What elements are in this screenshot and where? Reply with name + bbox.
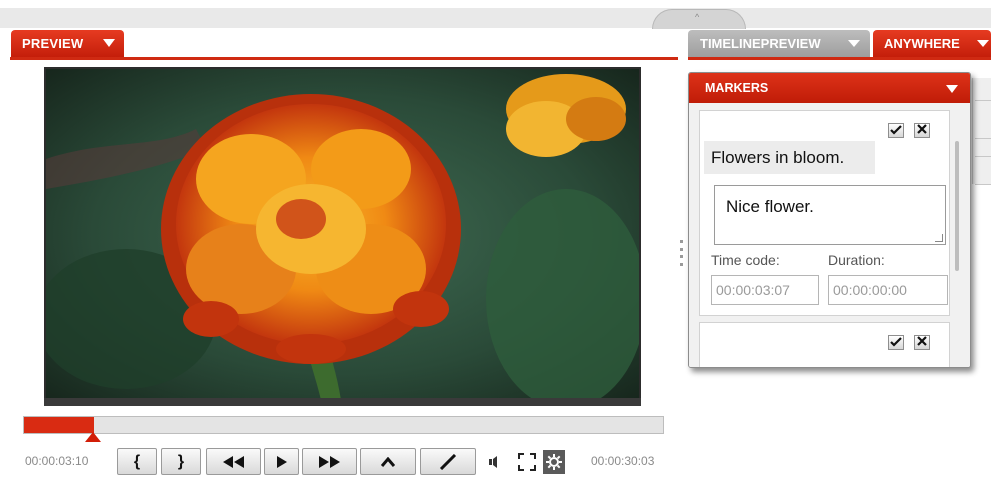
collapse-caret-icon: ^ xyxy=(695,12,700,22)
tab-timeline-preview[interactable]: TIMELINEPREVIEW xyxy=(688,30,870,57)
confirm-marker-button[interactable] xyxy=(888,335,904,350)
mark-out-label: } xyxy=(177,452,185,470)
splitter-dot xyxy=(680,240,683,243)
mark-out-button[interactable]: } xyxy=(161,448,201,475)
list-divider xyxy=(975,100,991,101)
list-divider xyxy=(975,184,991,185)
background-list-area xyxy=(972,78,991,184)
duration-label: Duration: xyxy=(828,252,885,268)
close-icon xyxy=(917,336,927,346)
confirm-marker-button[interactable] xyxy=(888,123,904,138)
flower-image xyxy=(46,69,639,400)
fast-forward-button[interactable] xyxy=(302,448,357,475)
tab-anywhere[interactable]: ANYWHERE xyxy=(873,30,991,57)
up-button[interactable] xyxy=(360,448,416,475)
collapse-handle[interactable]: ^ xyxy=(652,9,746,29)
check-icon xyxy=(890,125,902,135)
marker-comment-field[interactable]: Nice flower. xyxy=(714,185,946,245)
delete-marker-button[interactable] xyxy=(914,335,930,350)
resize-grip-icon[interactable] xyxy=(935,234,943,242)
list-divider xyxy=(975,156,991,157)
dropdown-arrow-icon[interactable] xyxy=(977,40,989,47)
total-time: 00:00:30:03 xyxy=(591,454,655,468)
time-code-label: Time code: xyxy=(711,252,780,268)
time-code-field[interactable]: 00:00:03:07 xyxy=(711,275,819,305)
video-bottom-bar xyxy=(44,398,641,406)
tab-anywhere-label: ANYWHERE xyxy=(884,36,960,51)
check-icon xyxy=(890,337,902,347)
pen-button[interactable] xyxy=(420,448,476,475)
video-preview[interactable] xyxy=(44,67,641,406)
markers-scrollbar[interactable] xyxy=(953,139,963,367)
speaker-icon xyxy=(489,456,497,468)
tab-preview-label: PREVIEW xyxy=(22,36,84,51)
duration-field[interactable]: 00:00:00:00 xyxy=(828,275,948,305)
volume-button[interactable] xyxy=(484,450,506,474)
delete-marker-button[interactable] xyxy=(914,123,930,138)
current-time: 00:00:03:10 xyxy=(25,454,89,468)
mark-in-label: { xyxy=(133,452,141,470)
marker-title[interactable]: Flowers in bloom. xyxy=(704,141,875,174)
gear-icon xyxy=(546,454,562,470)
marker-item: Flowers in bloom. Nice flower. Time code… xyxy=(699,110,950,316)
markers-panel: MARKERS Flowers in bloom. Nice flower. T… xyxy=(688,72,971,368)
panel-splitter[interactable] xyxy=(680,240,684,266)
list-divider xyxy=(975,138,991,139)
time-code-value: 00:00:03:07 xyxy=(716,282,790,298)
marker-item xyxy=(699,322,950,367)
splitter-dot xyxy=(680,247,683,251)
timeline-scrubber[interactable] xyxy=(23,416,664,434)
chevron-up-icon xyxy=(381,456,395,467)
fullscreen-button[interactable] xyxy=(516,450,538,474)
timeline-progress xyxy=(24,417,94,433)
mark-in-button[interactable]: { xyxy=(117,448,157,475)
marker-comment: Nice flower. xyxy=(726,197,814,216)
playhead-marker[interactable] xyxy=(85,432,101,442)
rewind-button[interactable] xyxy=(206,448,261,475)
pen-icon xyxy=(439,453,457,470)
splitter-dot xyxy=(680,255,683,259)
markers-header[interactable]: MARKERS xyxy=(689,73,970,103)
close-icon xyxy=(917,124,927,134)
fast-forward-icon xyxy=(318,455,340,468)
dropdown-arrow-icon[interactable] xyxy=(946,85,958,93)
markers-title: MARKERS xyxy=(705,81,769,95)
duration-value: 00:00:00:00 xyxy=(833,282,907,298)
app-root: ^ PREVIEW 00:00:03:10 {} 00:00:30:03 TI… xyxy=(0,0,991,489)
settings-button[interactable] xyxy=(543,450,565,474)
splitter-dot xyxy=(680,262,683,266)
dropdown-arrow-icon[interactable] xyxy=(848,40,860,47)
fullscreen-icon xyxy=(518,453,536,471)
markers-list[interactable]: Flowers in bloom. Nice flower. Time code… xyxy=(689,103,970,367)
tab-timeline-preview-label: TIMELINEPREVIEW xyxy=(700,36,821,51)
scrollbar-thumb[interactable] xyxy=(955,141,959,271)
top-toolbar-area xyxy=(0,8,991,28)
play-button[interactable] xyxy=(264,448,299,475)
play-icon xyxy=(276,455,287,468)
rewind-icon xyxy=(222,455,244,468)
tab-preview[interactable]: PREVIEW xyxy=(11,30,124,57)
dropdown-arrow-icon[interactable] xyxy=(103,39,115,47)
